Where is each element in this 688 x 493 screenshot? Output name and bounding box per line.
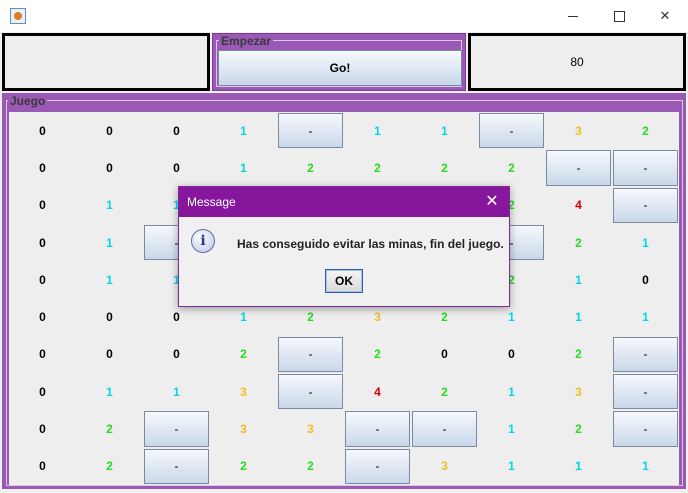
revealed-cell: 1	[173, 384, 180, 399]
left-info-panel	[2, 33, 210, 91]
covered-cell-button[interactable]: -	[546, 150, 611, 186]
dialog-title-bar: Message ✕	[179, 187, 509, 217]
revealed-cell: 1	[441, 123, 448, 138]
title-bar: ✕	[0, 0, 688, 32]
revealed-cell: 2	[508, 160, 515, 175]
dialog-message: Has conseguido evitar las minas, fin del…	[237, 237, 504, 251]
revealed-cell: 3	[240, 422, 247, 437]
revealed-cell: 1	[240, 123, 247, 138]
juego-legend: Juego	[8, 94, 48, 108]
ok-button[interactable]: OK	[325, 269, 363, 293]
revealed-cell: 2	[642, 123, 649, 138]
revealed-cell: 0	[106, 310, 113, 325]
maximize-button[interactable]	[596, 0, 642, 32]
covered-cell-button[interactable]: -	[613, 187, 678, 223]
revealed-cell: 0	[173, 347, 180, 362]
revealed-cell: 0	[508, 347, 515, 362]
go-button[interactable]: Go!	[218, 50, 462, 86]
revealed-cell: 2	[374, 160, 381, 175]
revealed-cell: 1	[642, 235, 649, 250]
revealed-cell: 0	[173, 123, 180, 138]
covered-cell-button[interactable]: -	[144, 448, 209, 484]
covered-cell-button[interactable]: -	[278, 336, 343, 373]
revealed-cell: 1	[374, 123, 381, 138]
info-icon: i	[191, 229, 215, 253]
revealed-cell: 1	[575, 459, 582, 474]
revealed-cell: 0	[39, 347, 46, 362]
revealed-cell: 1	[575, 272, 582, 287]
revealed-cell: 0	[39, 422, 46, 437]
revealed-cell: 1	[508, 422, 515, 437]
revealed-cell: 0	[106, 347, 113, 362]
revealed-cell: 1	[106, 272, 113, 287]
revealed-cell: 0	[441, 347, 448, 362]
covered-cell-button[interactable]: -	[144, 411, 209, 447]
revealed-cell: 2	[575, 422, 582, 437]
revealed-cell: 0	[106, 160, 113, 175]
revealed-cell: 3	[307, 422, 314, 437]
revealed-cell: 2	[240, 347, 247, 362]
revealed-cell: 3	[575, 384, 582, 399]
revealed-cell: 2	[240, 459, 247, 474]
revealed-cell: 0	[39, 235, 46, 250]
minimize-icon	[568, 16, 578, 18]
covered-cell-button[interactable]: -	[278, 374, 343, 410]
revealed-cell: 0	[39, 198, 46, 213]
covered-cell-button[interactable]: -	[345, 448, 410, 484]
revealed-cell: 3	[441, 459, 448, 474]
revealed-cell: 0	[642, 272, 649, 287]
covered-cell-button[interactable]: -	[345, 411, 410, 447]
dialog-close-icon[interactable]: ✕	[481, 187, 503, 217]
empezar-legend: Empezar	[219, 34, 274, 48]
revealed-cell: 0	[39, 160, 46, 175]
minimize-button[interactable]	[550, 0, 596, 32]
revealed-cell: 2	[307, 459, 314, 474]
revealed-cell: 1	[508, 459, 515, 474]
revealed-cell: 1	[106, 198, 113, 213]
revealed-cell: 0	[106, 123, 113, 138]
revealed-cell: 3	[240, 384, 247, 399]
covered-cell-button[interactable]: -	[613, 411, 678, 447]
revealed-cell: 2	[575, 347, 582, 362]
close-button[interactable]: ✕	[642, 0, 688, 32]
revealed-cell: 2	[374, 347, 381, 362]
empezar-panel: Empezar Go!	[212, 33, 466, 91]
revealed-cell: 1	[106, 384, 113, 399]
revealed-cell: 4	[374, 384, 381, 399]
revealed-cell: 2	[575, 235, 582, 250]
java-app-icon	[10, 8, 26, 24]
revealed-cell: 1	[642, 310, 649, 325]
message-dialog: Message ✕ i Has conseguido evitar las mi…	[178, 186, 510, 307]
covered-cell-button[interactable]: -	[278, 113, 343, 149]
revealed-cell: 1	[575, 310, 582, 325]
revealed-cell: 2	[307, 160, 314, 175]
revealed-cell: 2	[106, 459, 113, 474]
covered-cell-button[interactable]: -	[412, 411, 477, 447]
revealed-cell: 1	[106, 235, 113, 250]
maximize-icon	[613, 11, 625, 23]
revealed-cell: 0	[39, 123, 46, 138]
revealed-cell: 2	[441, 160, 448, 175]
revealed-cell: 1	[240, 160, 247, 175]
revealed-cell: 1	[642, 459, 649, 474]
revealed-cell: 2	[441, 384, 448, 399]
covered-cell-button[interactable]: -	[613, 374, 678, 410]
revealed-cell: 0	[39, 459, 46, 474]
covered-cell-button[interactable]: -	[613, 336, 678, 373]
revealed-cell: 4	[575, 198, 582, 213]
revealed-cell: 3	[575, 123, 582, 138]
revealed-cell: 1	[508, 384, 515, 399]
covered-cell-button[interactable]: -	[479, 113, 544, 149]
dialog-title: Message	[187, 195, 236, 209]
revealed-cell: 0	[173, 160, 180, 175]
covered-cell-button[interactable]: -	[613, 150, 678, 186]
revealed-cell: 0	[39, 384, 46, 399]
revealed-cell: 2	[106, 422, 113, 437]
close-icon: ✕	[659, 8, 671, 23]
revealed-cell: 0	[39, 310, 46, 325]
revealed-cell: 0	[39, 272, 46, 287]
mine-counter: 80	[468, 33, 686, 91]
